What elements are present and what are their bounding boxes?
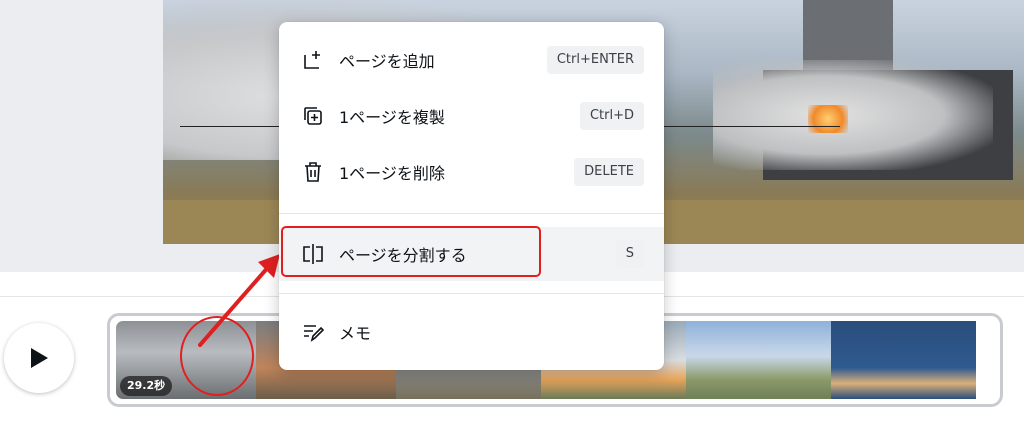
flame-image-region bbox=[808, 105, 848, 133]
annotation-highlight-box bbox=[281, 226, 541, 277]
annotation-arrow bbox=[198, 254, 280, 347]
shortcut-badge: S bbox=[615, 240, 644, 268]
play-button[interactable] bbox=[4, 323, 74, 393]
notes-icon bbox=[300, 319, 326, 345]
duration-badge: 29.2秒 bbox=[120, 376, 173, 396]
menu-separator bbox=[279, 293, 664, 294]
menu-item-add-page[interactable]: ページを追加 Ctrl+ENTER bbox=[279, 33, 664, 87]
menu-separator bbox=[279, 213, 664, 214]
menu-item-notes[interactable]: メモ bbox=[279, 305, 664, 359]
shortcut-badge: DELETE bbox=[574, 158, 644, 186]
shortcut-badge: Ctrl+D bbox=[579, 102, 644, 130]
play-icon bbox=[31, 348, 48, 368]
timeline-thumbnail[interactable] bbox=[831, 321, 976, 399]
menu-item-label: 1ページを削除 bbox=[339, 164, 445, 183]
menu-item-label: ページを追加 bbox=[339, 52, 435, 71]
shortcut-badge: Ctrl+ENTER bbox=[546, 46, 644, 74]
trash-icon bbox=[300, 159, 326, 185]
menu-item-label: 1ページを複製 bbox=[339, 108, 445, 127]
menu-item-label: メモ bbox=[339, 324, 372, 343]
page-context-menu: ページを追加 Ctrl+ENTER 1ページを複製 Ctrl+D 1ページを削除… bbox=[279, 22, 664, 370]
duplicate-icon bbox=[300, 103, 326, 129]
timeline-thumbnail[interactable] bbox=[686, 321, 831, 399]
menu-item-delete[interactable]: 1ページを削除 DELETE bbox=[279, 145, 664, 199]
add-page-icon bbox=[300, 47, 326, 73]
menu-item-duplicate[interactable]: 1ページを複製 Ctrl+D bbox=[279, 89, 664, 143]
smoke-image-region-right bbox=[713, 60, 993, 170]
